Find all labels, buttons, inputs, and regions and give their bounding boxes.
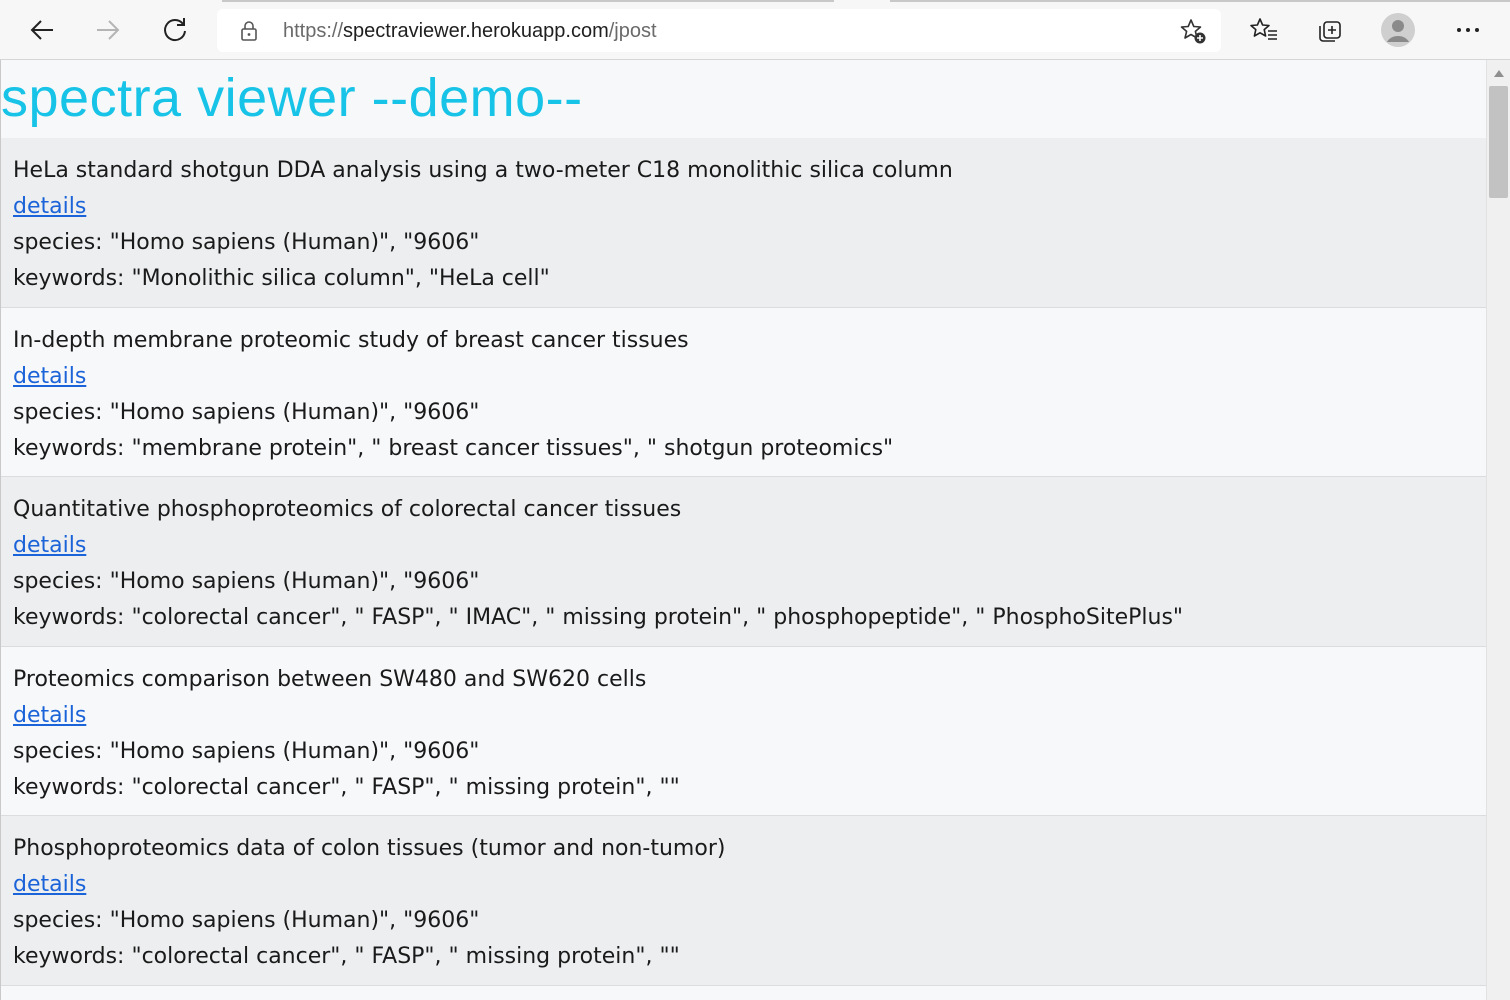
dataset-keywords: keywords: "membrane protein", " breast c…	[13, 435, 894, 461]
favorites-button[interactable]	[1244, 10, 1284, 50]
details-link[interactable]: details	[13, 194, 86, 219]
scroll-up-arrow-icon[interactable]	[1494, 69, 1504, 77]
dataset-keywords: keywords: "colorectal cancer", " FASP", …	[13, 944, 680, 969]
dataset-species: species: "Homo sapiens (Human)", "9606"	[13, 908, 480, 933]
dataset-entry: Phosphoproteomics data of colon tissues …	[1, 816, 1486, 986]
vertical-scrollbar[interactable]	[1486, 60, 1510, 1000]
dataset-title: Phosphoproteomics data of colon tissues …	[13, 836, 726, 861]
browser-toolbar: https://spectraviewer.herokuapp.com/jpos…	[0, 0, 1510, 60]
more-options-button[interactable]	[1448, 10, 1488, 50]
dataset-species: species: "Homo sapiens (Human)", "9606"	[13, 399, 480, 425]
details-link[interactable]: details	[13, 872, 86, 897]
dataset-entry: HeLa standard shotgun DDA analysis using…	[1, 138, 1486, 308]
tab-strip-edge	[890, 0, 1510, 2]
back-icon	[30, 20, 53, 40]
scrollbar-thumb[interactable]	[1489, 86, 1508, 198]
more-options-icon	[1457, 28, 1479, 32]
dataset-entry: Proteomics comparison between SW480 and …	[1, 646, 1486, 816]
dataset-entry: In-depth membrane proteomic study of bre…	[1, 307, 1486, 477]
add-favorite-icon[interactable]	[1179, 17, 1207, 45]
forward-button[interactable]	[88, 10, 128, 50]
refresh-icon	[164, 18, 186, 42]
details-link[interactable]: details	[13, 364, 86, 389]
url-text[interactable]: https://spectraviewer.herokuapp.com/jpos…	[283, 19, 657, 43]
page-viewport: spectra viewer --demo-- HeLa standard sh…	[0, 60, 1486, 1000]
details-link[interactable]: details	[13, 533, 86, 558]
page-title: spectra viewer --demo--	[1, 68, 583, 128]
favorites-icon	[1250, 18, 1277, 40]
dataset-species: species: "Homo sapiens (Human)", "9606"	[13, 230, 480, 255]
url-path: /jpost	[608, 20, 657, 42]
dataset-species: species: "Homo sapiens (Human)", "9606"	[13, 569, 480, 594]
profile-avatar	[1381, 13, 1415, 47]
details-link[interactable]: details	[13, 703, 86, 728]
dataset-species: species: "Homo sapiens (Human)", "9606"	[13, 738, 480, 764]
refresh-button[interactable]	[155, 10, 195, 50]
lock-icon[interactable]	[239, 20, 259, 42]
dataset-title: Proteomics comparison between SW480 and …	[13, 666, 647, 692]
dataset-title: HeLa standard shotgun DDA analysis using…	[13, 158, 953, 183]
dataset-entry: Quantitative phosphoproteomics of colore…	[1, 477, 1486, 647]
dataset-keywords: keywords: "Monolithic silica column", "H…	[13, 266, 550, 291]
collections-button[interactable]	[1310, 10, 1350, 50]
collections-icon	[1319, 21, 1341, 42]
dataset-title: Quantitative phosphoproteomics of colore…	[13, 497, 682, 522]
forward-icon	[97, 20, 120, 40]
tab-strip-edge	[222, 0, 834, 2]
url-host: spectraviewer.herokuapp.com	[343, 20, 609, 42]
profile-button[interactable]	[1378, 10, 1418, 50]
dataset-keywords: keywords: "colorectal cancer", " FASP", …	[13, 605, 1184, 630]
dataset-keywords: keywords: "colorectal cancer", " FASP", …	[13, 774, 680, 800]
url-protocol: https://	[283, 20, 344, 42]
address-bar[interactable]: https://spectraviewer.herokuapp.com/jpos…	[217, 9, 1221, 52]
dataset-title: In-depth membrane proteomic study of bre…	[13, 327, 689, 353]
back-button[interactable]	[22, 10, 62, 50]
